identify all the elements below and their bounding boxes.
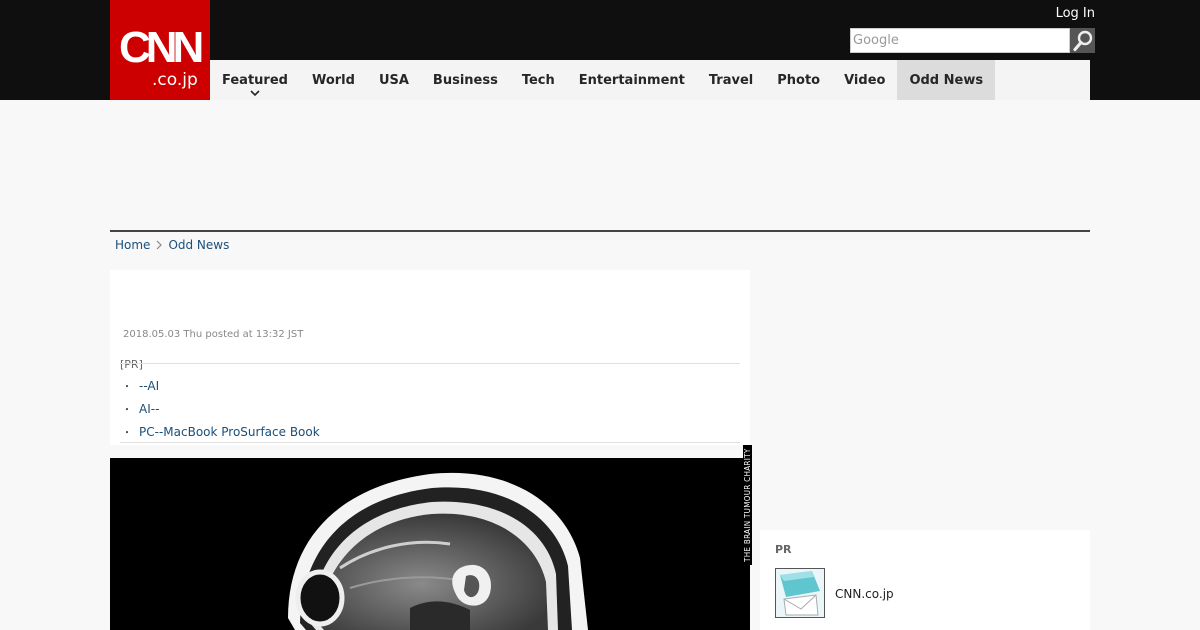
- nav-item-business[interactable]: Business: [421, 60, 510, 100]
- nav-item-label: Odd News: [909, 72, 984, 88]
- cnn-logo[interactable]: CNN .co.jp: [110, 0, 210, 100]
- search-button[interactable]: [1070, 28, 1095, 53]
- nav-item-label: World: [311, 72, 355, 88]
- bullet-icon: ・: [122, 382, 132, 393]
- chevron-right-icon: [156, 240, 163, 250]
- search-box: [850, 28, 1070, 53]
- list-item: ・ --AI: [122, 374, 320, 397]
- pr-link[interactable]: PC--MacBook ProSurface Book: [139, 425, 320, 439]
- pr-divider-bottom: [120, 442, 740, 443]
- nav-item-label: Video: [844, 72, 886, 88]
- chevron-down-icon: [250, 90, 260, 97]
- bullet-icon: ・: [122, 405, 132, 416]
- nav-item-label: Featured: [222, 72, 288, 88]
- main-nav: Featured World USA Business Tech Enterta…: [210, 60, 1090, 100]
- pr-link[interactable]: AI--: [139, 402, 159, 416]
- search-input[interactable]: [851, 29, 1069, 52]
- mail-icon[interactable]: [775, 568, 825, 618]
- section-divider: [110, 230, 1090, 232]
- article-photo: [110, 458, 750, 630]
- nav-item-featured[interactable]: Featured: [210, 60, 300, 100]
- nav-item-label: Travel: [708, 72, 754, 88]
- article-header-card: 2018.05.03 Thu posted at 13:32 JST [PR] …: [110, 270, 750, 445]
- nav-item-travel[interactable]: Travel: [697, 60, 765, 100]
- pr-divider-top: [120, 363, 740, 364]
- sidebar-pr-label: PR: [775, 543, 792, 556]
- pr-link-list: ・ --AI ・ AI-- ・ PC--MacBook ProSurface B…: [122, 374, 320, 443]
- nav-item-video[interactable]: Video: [832, 60, 897, 100]
- nav-item-photo[interactable]: Photo: [765, 60, 832, 100]
- logo-sub-text: .co.jp: [152, 70, 198, 90]
- sidebar-pr-box: PR CNN.co.jp: [760, 530, 1090, 630]
- breadcrumb-section[interactable]: Odd News: [168, 238, 229, 252]
- photo-credit: THE BRAIN TUMOUR CHARITY: [743, 445, 752, 565]
- login-link[interactable]: Log In: [1056, 6, 1095, 21]
- nav-item-entertainment[interactable]: Entertainment: [567, 60, 697, 100]
- nav-item-odd-news[interactable]: Odd News: [897, 60, 996, 100]
- sidebar-link[interactable]: CNN.co.jp: [835, 587, 894, 601]
- nav-item-label: Entertainment: [578, 72, 685, 88]
- nav-item-label: Photo: [777, 72, 821, 88]
- nav-item-label: Business: [432, 72, 498, 88]
- nav-item-usa[interactable]: USA: [367, 60, 421, 100]
- brain-scan-image: [288, 472, 588, 630]
- nav-item-label: Tech: [521, 72, 555, 88]
- pr-label: [PR]: [120, 358, 143, 371]
- nav-item-world[interactable]: World: [300, 60, 367, 100]
- list-item: ・ PC--MacBook ProSurface Book: [122, 420, 320, 443]
- nav-item-label: USA: [378, 72, 409, 88]
- breadcrumb: Home Odd News: [115, 238, 229, 252]
- bullet-icon: ・: [122, 428, 132, 439]
- pr-link[interactable]: --AI: [139, 379, 159, 393]
- nav-item-tech[interactable]: Tech: [510, 60, 567, 100]
- list-item: ・ AI--: [122, 397, 320, 420]
- breadcrumb-home[interactable]: Home: [115, 238, 150, 252]
- search-icon: [1072, 30, 1092, 51]
- logo-main-text: CNN: [119, 23, 204, 72]
- posted-date: 2018.05.03 Thu posted at 13:32 JST: [123, 329, 304, 340]
